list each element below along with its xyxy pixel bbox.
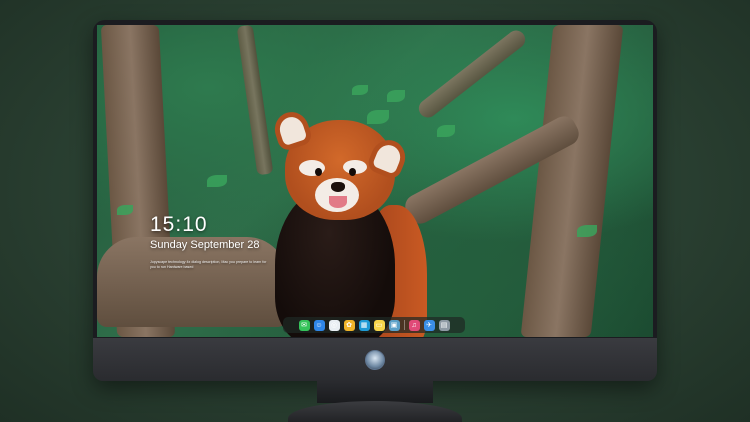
dock: ✉ ☺ ◎ ✿ ▦ ▭ ▣ ♫ ✈ ▤ bbox=[283, 317, 465, 333]
dock-photos-icon[interactable]: ✿ bbox=[343, 319, 355, 331]
dock-notes-icon[interactable]: ▭ bbox=[373, 319, 385, 331]
dock-preview-icon[interactable]: ▣ bbox=[388, 319, 400, 331]
monitor-stand-neck bbox=[317, 381, 433, 403]
lock-note: Jupyscape technology 4x dialog descripti… bbox=[150, 260, 267, 269]
dock-folder-icon[interactable]: ▤ bbox=[438, 319, 450, 331]
dock-mail-icon[interactable]: ✈ bbox=[423, 319, 435, 331]
dock-separator bbox=[403, 320, 405, 330]
dock-clapper-icon[interactable]: ▦ bbox=[358, 319, 370, 331]
dock-finder-icon[interactable]: ☺ bbox=[313, 319, 325, 331]
monitor-stand-base bbox=[288, 401, 462, 422]
lock-screen: 15:10 Sunday September 28 Jupyscape tech… bbox=[97, 25, 653, 337]
dock-music-icon[interactable]: ♫ bbox=[408, 319, 420, 331]
monitor-logo-icon bbox=[365, 350, 385, 370]
lock-date: Sunday September 28 bbox=[150, 239, 260, 251]
dock-messages-icon[interactable]: ✉ bbox=[298, 319, 310, 331]
dock-safari-icon[interactable]: ◎ bbox=[328, 319, 340, 331]
lock-clock: 15:10 bbox=[150, 213, 208, 236]
